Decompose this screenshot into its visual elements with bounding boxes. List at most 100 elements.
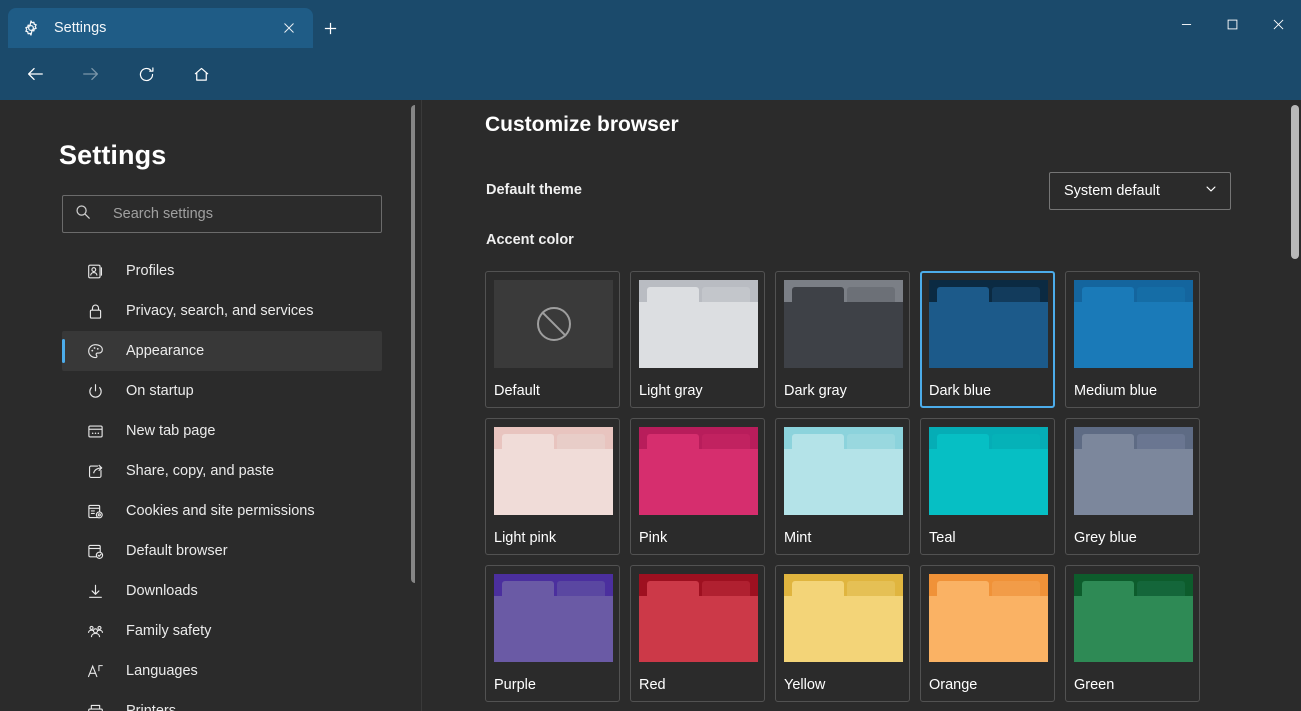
preview-active-tab: [1082, 434, 1134, 449]
accent-swatch-dark-gray[interactable]: Dark gray: [775, 271, 910, 408]
preview-active-tab: [937, 434, 989, 449]
sidebar-item-share-copy-and-paste[interactable]: Share, copy, and paste: [62, 451, 382, 491]
printer-icon: [86, 702, 104, 711]
forward-button[interactable]: [73, 56, 109, 92]
accent-swatch-preview: [929, 574, 1048, 662]
settings-sidebar: Settings Profiles: [0, 100, 415, 711]
sidebar-item-family-safety[interactable]: Family safety: [62, 611, 382, 651]
accent-swatch-label: Pink: [639, 530, 667, 546]
accent-swatch-label: Orange: [929, 677, 977, 693]
sidebar-item-printers[interactable]: Printers: [62, 691, 382, 711]
accent-swatch-preview: [494, 427, 613, 515]
default-theme-label: Default theme: [486, 182, 582, 198]
sidebar-item-cookies-and-site-permissions[interactable]: Cookies and site permissions: [62, 491, 382, 531]
accent-swatch-label: Light pink: [494, 530, 556, 546]
family-icon: [86, 622, 104, 640]
preview-active-tab: [647, 287, 699, 302]
gear-icon: [22, 19, 40, 37]
accent-swatch-light-pink[interactable]: Light pink: [485, 418, 620, 555]
preview-active-tab: [792, 581, 844, 596]
back-button[interactable]: [17, 56, 53, 92]
sidebar-item-new-tab-page[interactable]: New tab page: [62, 411, 382, 451]
sidebar-item-on-startup[interactable]: On startup: [62, 371, 382, 411]
new-tab-button[interactable]: [313, 12, 347, 44]
accent-swatch-preview: [1074, 280, 1193, 368]
main-scrollbar-thumb[interactable]: [1291, 105, 1299, 259]
palette-icon: [86, 342, 104, 360]
accent-swatch-pink[interactable]: Pink: [630, 418, 765, 555]
default-theme-dropdown[interactable]: System default: [1049, 172, 1231, 210]
preview-inactive-tab: [847, 434, 895, 449]
home-icon[interactable]: [183, 56, 219, 92]
maximize-button[interactable]: [1209, 0, 1255, 48]
accent-swatch-green[interactable]: Green: [1065, 565, 1200, 702]
sidebar-scrollbar-thumb[interactable]: [411, 105, 415, 583]
sidebar-item-profiles[interactable]: Profiles: [62, 251, 382, 291]
lock-icon: [86, 302, 104, 320]
accent-swatch-label: Medium blue: [1074, 383, 1157, 399]
accent-swatch-medium-blue[interactable]: Medium blue: [1065, 271, 1200, 408]
preview-inactive-tab: [1137, 434, 1185, 449]
sidebar-scrollbar[interactable]: [411, 105, 415, 706]
preview-body: [1074, 302, 1193, 368]
cookies-icon: [86, 502, 104, 520]
search-input[interactable]: [113, 206, 369, 222]
title-bar: Settings: [0, 0, 1301, 48]
sidebar-item-downloads[interactable]: Downloads: [62, 571, 382, 611]
preview-inactive-tab: [992, 581, 1040, 596]
accent-swatch-red[interactable]: Red: [630, 565, 765, 702]
sidebar-item-label: Default browser: [126, 543, 228, 559]
sidebar-item-label: On startup: [126, 383, 194, 399]
accent-swatch-dark-blue[interactable]: Dark blue: [920, 271, 1055, 408]
accent-swatch-orange[interactable]: Orange: [920, 565, 1055, 702]
sidebar-item-languages[interactable]: Languages: [62, 651, 382, 691]
preview-body: [639, 596, 758, 662]
accent-swatch-teal[interactable]: Teal: [920, 418, 1055, 555]
browser-tab-settings[interactable]: Settings: [8, 8, 313, 48]
preview-body: [494, 596, 613, 662]
minimize-button[interactable]: [1163, 0, 1209, 48]
accent-swatch-preview: [929, 280, 1048, 368]
sidebar-item-label: Appearance: [126, 343, 204, 359]
accent-swatch-preview: [639, 574, 758, 662]
search-icon: [75, 204, 91, 225]
accent-swatch-preview: [494, 280, 613, 368]
search-settings-box[interactable]: [62, 195, 382, 233]
accent-swatch-default[interactable]: Default: [485, 271, 620, 408]
accent-swatch-label: Dark gray: [784, 383, 847, 399]
accent-swatch-label: Yellow: [784, 677, 825, 693]
preview-body: [494, 449, 613, 515]
refresh-icon[interactable]: [128, 56, 164, 92]
preview-body: [639, 449, 758, 515]
preview-body: [929, 449, 1048, 515]
preview-active-tab: [1082, 287, 1134, 302]
preview-inactive-tab: [702, 581, 750, 596]
sidebar-item-privacy-search-and-services[interactable]: Privacy, search, and services: [62, 291, 382, 331]
accent-swatch-preview: [639, 280, 758, 368]
accent-swatch-mint[interactable]: Mint: [775, 418, 910, 555]
sidebar-item-label: Share, copy, and paste: [126, 463, 274, 479]
close-icon[interactable]: [275, 14, 303, 42]
accent-swatch-yellow[interactable]: Yellow: [775, 565, 910, 702]
main-scrollbar[interactable]: [1291, 105, 1299, 706]
accent-swatch-label: Light gray: [639, 383, 703, 399]
preview-active-tab: [647, 581, 699, 596]
accent-swatch-preview: [1074, 427, 1193, 515]
settings-main-content: Customize browser Default theme System d…: [422, 100, 1301, 711]
preview-inactive-tab: [1137, 287, 1185, 302]
accent-swatch-purple[interactable]: Purple: [485, 565, 620, 702]
preview-body: [929, 596, 1048, 662]
accent-color-label: Accent color: [486, 232, 574, 248]
accent-swatch-grey-blue[interactable]: Grey blue: [1065, 418, 1200, 555]
sidebar-item-appearance[interactable]: Appearance: [62, 331, 382, 371]
close-window-button[interactable]: [1255, 0, 1301, 48]
preview-active-tab: [502, 581, 554, 596]
tab-title: Settings: [54, 21, 275, 36]
chevron-down-icon: [1204, 182, 1218, 201]
share-icon: [86, 462, 104, 480]
browser-toolbar: Edge edge://settings/appearance: [0, 48, 1301, 100]
sidebar-item-default-browser[interactable]: Default browser: [62, 531, 382, 571]
default-browser-icon: [86, 542, 104, 560]
preview-body: [639, 302, 758, 368]
accent-swatch-light-gray[interactable]: Light gray: [630, 271, 765, 408]
